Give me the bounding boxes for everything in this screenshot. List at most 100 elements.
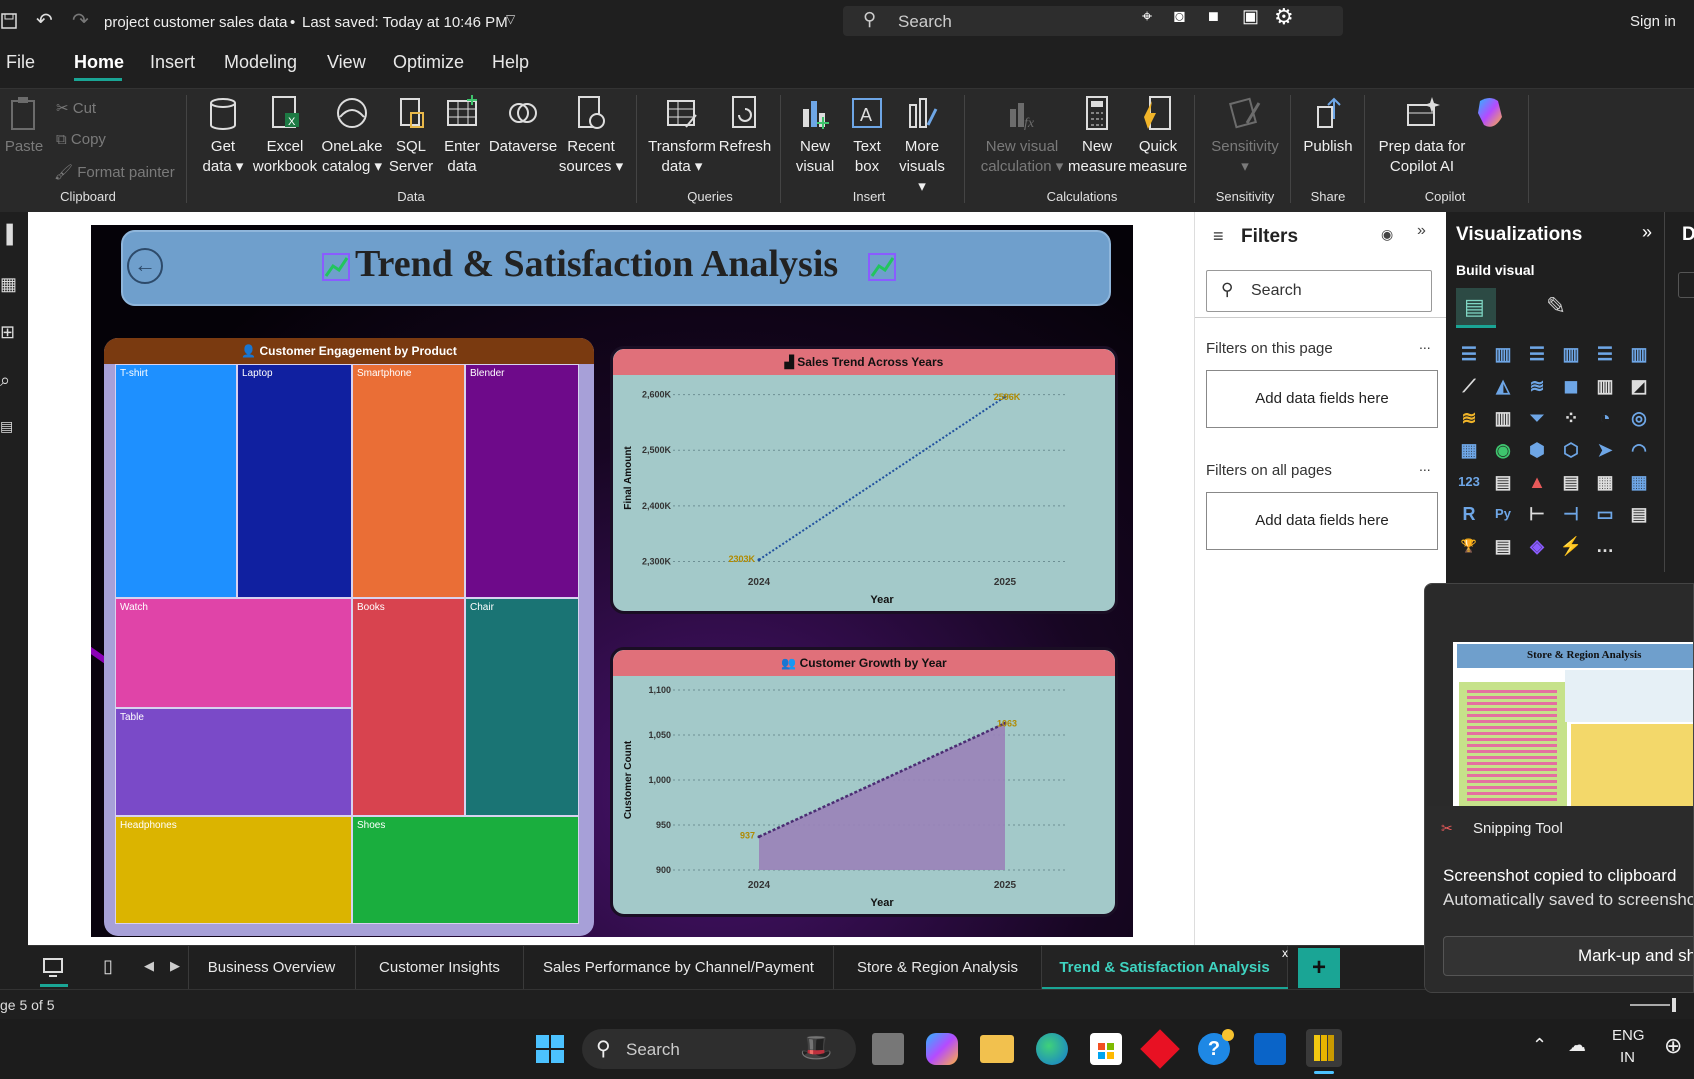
new-visual-calculation-button[interactable]: fx New visual calculation ▾ — [974, 95, 1070, 177]
eye-icon[interactable]: ◉ — [1381, 226, 1393, 243]
line-column-icon[interactable]: ▥ — [1592, 374, 1618, 398]
snipping-tool-notification[interactable]: Store & Region Analysis ✂ Snipping Tool … — [1424, 583, 1694, 993]
next-page-icon[interactable]: ▶ — [170, 958, 180, 974]
enter-data-button[interactable]: Enter data — [438, 95, 486, 177]
stacked-bar-icon[interactable]: ☰ — [1456, 342, 1482, 366]
expand-visualizations-icon[interactable]: » — [1642, 222, 1652, 243]
tab-sales-performance[interactable]: Sales Performance by Channel/Payment — [524, 946, 834, 990]
python-visual-icon[interactable]: Py — [1490, 502, 1516, 526]
back-arrow-button[interactable]: ← — [127, 248, 163, 284]
get-data-button[interactable]: Get data ▾ — [196, 95, 250, 177]
multi-row-card-icon[interactable]: ▤ — [1490, 470, 1516, 494]
zoom-handle[interactable] — [1672, 998, 1676, 1012]
data-search-input[interactable] — [1678, 272, 1694, 298]
transform-data-button[interactable]: Transform data ▾ — [646, 95, 718, 177]
globe-icon[interactable]: ⊕ — [1664, 1033, 1682, 1059]
zoom-slider[interactable] — [1630, 1004, 1670, 1006]
gear-icon[interactable]: ⚙ — [1274, 4, 1294, 30]
text-box-button[interactable]: A Text box — [842, 95, 892, 177]
100-bar-icon[interactable]: ☰ — [1592, 342, 1618, 366]
network-icon[interactable]: ☁ — [1568, 1035, 1586, 1056]
power-apps-icon[interactable]: ◈ — [1524, 534, 1550, 558]
tab-business-overview[interactable]: Business Overview — [188, 946, 356, 990]
treemap-tile[interactable]: Chair — [465, 598, 579, 816]
filled-map-icon[interactable]: ⬢ — [1524, 438, 1550, 462]
menu-modeling[interactable]: Modeling — [224, 52, 297, 73]
filters-this-page-dropzone[interactable]: Add data fields here — [1206, 370, 1438, 428]
close-tab-icon[interactable]: x — [1282, 946, 1288, 960]
copilot-button[interactable] — [1470, 95, 1510, 137]
table-view-icon[interactable]: ▦ — [0, 274, 17, 295]
menu-view[interactable]: View — [327, 52, 366, 73]
add-page-button[interactable]: + — [1298, 948, 1340, 988]
language-bottom[interactable]: IN — [1620, 1049, 1635, 1066]
pie-icon[interactable]: ◔ — [1592, 406, 1618, 430]
area-chart-icon[interactable]: ◭ — [1490, 374, 1516, 398]
tab-customer-insights[interactable]: Customer Insights — [356, 946, 524, 990]
recent-sources-button[interactable]: Recent sources ▾ — [558, 95, 624, 177]
app-diamond-icon[interactable] — [1140, 1029, 1180, 1069]
undo-icon[interactable]: ↶ — [36, 8, 53, 33]
treemap-tile[interactable]: Laptop — [237, 364, 352, 598]
clustered-bar-icon[interactable]: ☰ — [1524, 342, 1550, 366]
file-explorer-icon[interactable] — [980, 1035, 1014, 1063]
filters-all-pages-dropzone[interactable]: Add data fields here — [1206, 492, 1438, 550]
capture-mode-icon[interactable]: ⌖ — [1142, 6, 1152, 27]
language-top[interactable]: ENG — [1612, 1027, 1645, 1044]
clustered-column-icon[interactable]: ▥ — [1558, 342, 1584, 366]
prep-data-copilot-button[interactable]: Prep data for Copilot AI — [1374, 95, 1470, 177]
100-area-icon[interactable]: ◼ — [1558, 374, 1584, 398]
power-automate-icon[interactable]: ⚡ — [1558, 534, 1584, 558]
slicer-icon[interactable]: ▤ — [1558, 470, 1584, 494]
desktop-layout-icon[interactable] — [40, 954, 66, 980]
sales-trend-card[interactable]: ▟ Sales Trend Across Years 2,300K 2,400K 2… — [610, 346, 1118, 614]
copilot-taskbar-icon[interactable] — [926, 1033, 958, 1065]
report-view-icon[interactable]: ▐ — [0, 224, 13, 245]
publish-button[interactable]: Publish — [1300, 95, 1356, 157]
azure-map-icon[interactable]: ➤ — [1592, 438, 1618, 462]
treemap-tile[interactable]: Books — [352, 598, 465, 816]
new-measure-button[interactable]: New measure — [1068, 95, 1126, 177]
outlook-icon[interactable] — [1254, 1033, 1286, 1065]
paginated-icon[interactable]: ▤ — [1490, 534, 1516, 558]
format-visual-icon[interactable]: ✎ — [1546, 292, 1566, 321]
more-options-icon[interactable]: ... — [1419, 458, 1431, 474]
mobile-layout-icon[interactable]: ▯ — [103, 956, 113, 977]
build-visual-tab[interactable]: ▤ — [1456, 288, 1496, 328]
chevron-down-icon[interactable]: ▽ — [506, 12, 515, 26]
shape-map-icon[interactable]: ⬡ — [1558, 438, 1584, 462]
excel-workbook-button[interactable]: X Excel workbook — [250, 95, 320, 177]
treemap-tile[interactable]: Blender — [465, 364, 579, 598]
tmdl-view-icon[interactable]: ▤ — [0, 418, 13, 435]
tab-trend-satisfaction[interactable]: Trend & Satisfaction Analysis — [1042, 946, 1288, 990]
r-visual-icon[interactable]: R — [1456, 502, 1482, 526]
window-icon[interactable]: ▣ — [1242, 6, 1259, 27]
more-visuals-icon[interactable]: … — [1592, 534, 1618, 558]
table-icon[interactable]: ▦ — [1592, 470, 1618, 494]
gauge-icon[interactable]: ◠ — [1626, 438, 1652, 462]
tab-store-region[interactable]: Store & Region Analysis — [834, 946, 1042, 990]
dax-query-icon[interactable]: ⌕ — [0, 370, 10, 391]
goals-icon[interactable]: 🏆 — [1456, 534, 1482, 558]
taskbar-search[interactable]: ⚲ Search 🎩 — [582, 1029, 856, 1069]
treemap-tile[interactable]: Smartphone — [352, 364, 465, 598]
stacked-column-icon[interactable]: ▥ — [1490, 342, 1516, 366]
filters-search-input[interactable]: ⚲ Search — [1206, 270, 1432, 312]
treemap-icon[interactable]: ▦ — [1456, 438, 1482, 462]
sensitivity-button[interactable]: Sensitivity ▾ — [1204, 95, 1286, 177]
treemap-tile[interactable]: T-shirt — [115, 364, 237, 598]
refresh-button[interactable]: Refresh — [718, 95, 772, 157]
ribbon-chart-icon[interactable]: ≋ — [1456, 406, 1482, 430]
onelake-catalog-button[interactable]: OneLake catalog ▾ — [320, 95, 384, 177]
markup-and-share-button[interactable]: Mark-up and sh — [1443, 936, 1693, 976]
map-icon[interactable]: ◉ — [1490, 438, 1516, 462]
line-chart-icon[interactable]: ⟋ — [1456, 374, 1482, 398]
card-icon[interactable]: 123 — [1456, 470, 1482, 494]
camera-icon[interactable]: ◙ — [1174, 6, 1185, 27]
screenshot-preview[interactable]: Store & Region Analysis — [1427, 584, 1693, 806]
waterfall-icon[interactable]: ▥ — [1490, 406, 1516, 430]
video-icon[interactable]: ■ — [1208, 6, 1219, 27]
format-painter-button[interactable]: 🖌 Format painter — [54, 163, 175, 181]
treemap-tile[interactable]: Shoes — [352, 816, 579, 924]
stacked-area-icon[interactable]: ≋ — [1524, 374, 1550, 398]
